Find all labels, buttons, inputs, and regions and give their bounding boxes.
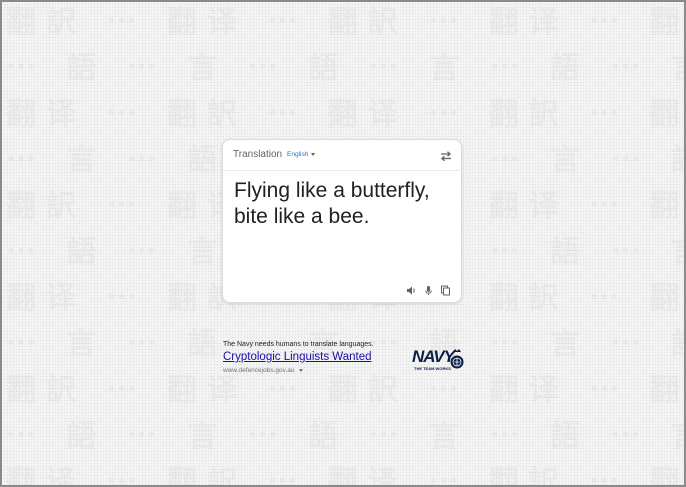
ad-url: www.defencejobs.gov.au — [223, 367, 295, 374]
chevron-down-icon — [311, 153, 316, 156]
ad-block: The Navy needs humans to translate langu… — [223, 341, 393, 374]
copy-icon[interactable] — [440, 283, 451, 296]
translated-text: Flying like a butterfly, bite like a bee… — [234, 179, 430, 228]
language-label: English — [287, 151, 309, 158]
svg-text:NAVY: NAVY — [412, 347, 457, 366]
ad-url-row: www.defencejobs.gov.au — [223, 367, 393, 374]
navy-logo: NAVY THE TEAM WORKS — [412, 343, 464, 375]
svg-text:THE TEAM WORKS: THE TEAM WORKS — [414, 366, 451, 371]
ad-tagline: The Navy needs humans to translate langu… — [223, 341, 374, 348]
language-selector[interactable]: English — [287, 151, 316, 158]
card-header: Translation English — [223, 140, 461, 171]
ad-headline-link[interactable]: Cryptologic Linguists Wanted — [223, 351, 393, 363]
card-title: Translation — [233, 149, 283, 160]
translation-card: Translation English Flying like a butter… — [222, 139, 462, 303]
speaker-icon[interactable] — [406, 283, 417, 295]
swap-icon[interactable] — [440, 149, 452, 162]
card-actions — [406, 283, 451, 296]
microphone-icon[interactable] — [423, 283, 434, 295]
chevron-down-icon[interactable] — [299, 369, 304, 372]
